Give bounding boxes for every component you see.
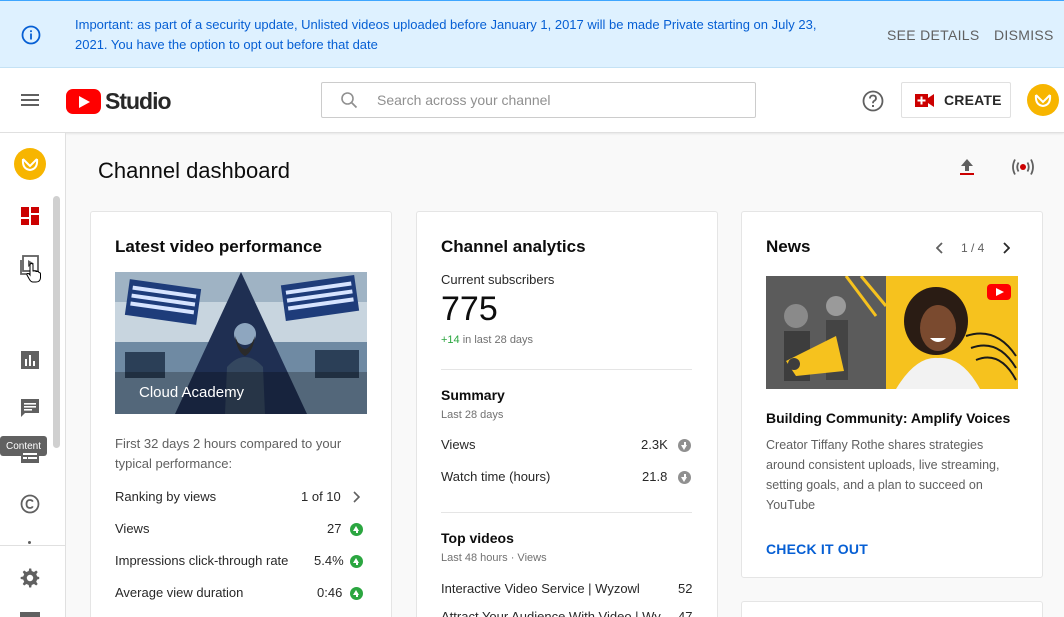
- trend-up-icon: [350, 587, 363, 600]
- more-indicator-icon: [28, 541, 31, 544]
- ranking-value[interactable]: 1 of 10: [301, 489, 341, 504]
- metric-value: 5.4%: [314, 553, 344, 568]
- avatar-logo-icon: [21, 158, 39, 172]
- security-banner: Important: as part of a security update,…: [0, 0, 1064, 68]
- news-headline[interactable]: Building Community: Amplify Voices: [766, 410, 1010, 426]
- analytics-title: Channel analytics: [441, 237, 586, 256]
- video-thumbnail[interactable]: Cloud Academy: [115, 272, 367, 414]
- trend-up-icon: [350, 555, 363, 568]
- latest-video-title: Latest video performance: [115, 237, 322, 256]
- trend-down-icon: [678, 439, 691, 452]
- subscribers-change: +14 in last 28 days: [441, 334, 533, 346]
- left-sidebar: Content: [0, 133, 66, 617]
- check-it-out-button[interactable]: CHECK IT OUT: [766, 541, 868, 557]
- create-label: CREATE: [944, 92, 1002, 108]
- metric-value: 27: [327, 521, 342, 536]
- metric-label: Average view duration: [115, 585, 244, 600]
- subtitles-icon[interactable]: [20, 446, 40, 466]
- dashboard-icon[interactable]: [20, 206, 40, 226]
- summary-value: 2.3K: [641, 437, 668, 452]
- account-avatar[interactable]: [1027, 84, 1059, 116]
- comments-icon[interactable]: [20, 398, 40, 418]
- thumbnail-caption: Cloud Academy: [139, 384, 245, 401]
- next-card: [741, 601, 1043, 617]
- info-icon: [21, 25, 41, 45]
- settings-icon[interactable]: [20, 568, 40, 588]
- top-video-views: 52: [678, 581, 693, 596]
- avatar-logo-icon: [1034, 94, 1052, 108]
- page-title: Channel dashboard: [98, 158, 291, 183]
- metric-label: Impressions click-through rate: [115, 553, 289, 568]
- subscribers-period: in last 28 days: [462, 334, 534, 346]
- summary-value: 21.8: [642, 469, 668, 484]
- studio-logo[interactable]: Studio: [66, 87, 172, 114]
- divider: [441, 512, 692, 513]
- compare-text: First 32 days 2 hours compared to your t…: [115, 436, 342, 471]
- top-header: Studio CREATE: [0, 68, 1064, 133]
- subscribers-delta: +14: [441, 334, 460, 346]
- copyright-icon[interactable]: [20, 494, 40, 514]
- metric-label: Views: [115, 521, 150, 536]
- news-body: Creator Tiffany Rothe shares strategies …: [766, 438, 1000, 512]
- create-button[interactable]: CREATE: [901, 82, 1011, 118]
- metric-value: 0:46: [317, 585, 343, 600]
- ranking-label: Ranking by views: [115, 489, 217, 504]
- analytics-icon[interactable]: [20, 350, 40, 370]
- news-card: News 1 / 4 Building Community: Amplify V…: [741, 211, 1043, 578]
- channel-analytics-card: Channel analytics Current subscribers 77…: [416, 211, 718, 617]
- search-input[interactable]: [377, 83, 747, 117]
- summary-label: Watch time (hours): [441, 469, 551, 484]
- summary-title: Summary: [441, 387, 505, 403]
- help-icon[interactable]: [862, 90, 884, 112]
- chevron-right-icon[interactable]: [352, 491, 360, 503]
- hand-cursor-icon: [26, 263, 41, 283]
- top-video-views: 47: [678, 609, 693, 617]
- feedback-icon[interactable]: [20, 612, 40, 617]
- logo-text: Studio: [105, 87, 172, 114]
- subscribers-count: 775: [441, 290, 498, 328]
- video-camera-icon: [915, 93, 934, 107]
- top-videos-period: Last 48 hours · Views: [441, 552, 547, 564]
- search-icon: [341, 92, 358, 109]
- top-videos-title: Top videos: [441, 530, 514, 546]
- chevron-left-icon[interactable]: [936, 242, 944, 254]
- sidebar-divider: [0, 545, 66, 546]
- news-illustration: [766, 276, 1018, 389]
- trend-down-icon: [678, 471, 691, 484]
- see-details-button[interactable]: SEE DETAILS: [887, 27, 980, 43]
- channel-avatar[interactable]: [14, 148, 46, 180]
- youtube-play-icon: [66, 88, 101, 114]
- hamburger-menu-icon[interactable]: [20, 90, 40, 110]
- banner-message: Important: as part of a security update,…: [75, 17, 817, 52]
- news-pager: 1 / 4: [961, 241, 985, 255]
- top-video-title[interactable]: Attract Your Audience With Video | Wy…: [441, 609, 663, 617]
- subscribers-label: Current subscribers: [441, 272, 555, 287]
- search-box[interactable]: [321, 82, 756, 118]
- divider: [441, 369, 692, 370]
- sidebar-scrollbar[interactable]: [53, 196, 60, 448]
- top-video-title[interactable]: Interactive Video Service | Wyzowl: [441, 581, 641, 596]
- summary-label: Views: [441, 437, 476, 452]
- dismiss-button[interactable]: DISMISS: [994, 27, 1054, 43]
- news-title: News: [766, 237, 811, 256]
- chevron-right-icon[interactable]: [1002, 242, 1010, 254]
- summary-period: Last 28 days: [441, 409, 504, 421]
- go-live-icon[interactable]: [1011, 157, 1035, 177]
- news-image[interactable]: [766, 276, 1018, 389]
- trend-up-icon: [350, 523, 363, 536]
- latest-video-card: Latest video performance Cloud Academy F…: [90, 211, 392, 617]
- upload-icon[interactable]: [957, 157, 977, 177]
